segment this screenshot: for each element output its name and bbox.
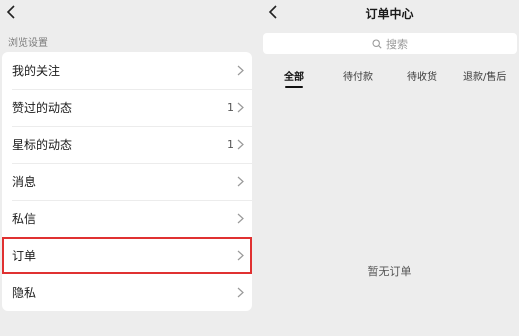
- menu-item-label: 私信: [12, 212, 37, 226]
- menu-item-label: 赞过的动态: [12, 101, 73, 115]
- search-placeholder: 搜索: [386, 37, 408, 51]
- chevron-right-icon: [237, 176, 244, 187]
- count-badge: 1: [227, 101, 234, 114]
- chevron-right-icon: [237, 250, 244, 261]
- active-tab-indicator: [285, 86, 303, 88]
- menu-item-privacy[interactable]: 隐私: [2, 274, 252, 311]
- menu-item-messages[interactable]: 消息: [2, 163, 252, 200]
- chevron-right-icon: [237, 102, 244, 113]
- menu-item-label: 消息: [12, 175, 37, 189]
- back-button[interactable]: [2, 3, 20, 21]
- menu-item-following[interactable]: 我的关注: [2, 52, 252, 89]
- section-title: 浏览设置: [8, 38, 48, 49]
- page-title: 订单中心: [365, 7, 414, 21]
- tab-pending-payment[interactable]: 待付款: [343, 68, 373, 83]
- tab-refund-after-sales[interactable]: 退款/售后: [463, 68, 506, 83]
- tab-all[interactable]: 全部: [284, 68, 304, 83]
- count-badge: 1: [227, 138, 234, 151]
- settings-panel: 浏览设置 我的关注 赞过的动态 1 星标的动态 1 消息 私信 订单 隐私: [0, 0, 259, 336]
- order-center-panel: 订单中心 搜索 全部 待付款 待收货 退款/售后 暂无订单: [260, 0, 519, 336]
- menu-item-starred-posts[interactable]: 星标的动态 1: [2, 126, 252, 163]
- chevron-left-icon: [6, 5, 15, 19]
- empty-state-text: 暂无订单: [367, 265, 412, 278]
- order-tabs: 全部 待付款 待收货 退款/售后: [260, 68, 519, 88]
- chevron-right-icon: [237, 287, 244, 298]
- settings-menu: 我的关注 赞过的动态 1 星标的动态 1 消息 私信 订单 隐私: [2, 52, 252, 311]
- search-icon: [372, 38, 382, 49]
- chevron-right-icon: [237, 65, 244, 76]
- menu-item-label: 隐私: [12, 286, 37, 300]
- menu-item-label: 订单: [12, 249, 37, 263]
- menu-item-label: 星标的动态: [12, 138, 73, 152]
- menu-item-private-messages[interactable]: 私信: [2, 200, 252, 237]
- search-input[interactable]: 搜索: [263, 33, 517, 54]
- menu-item-liked-posts[interactable]: 赞过的动态 1: [2, 89, 252, 126]
- menu-item-orders[interactable]: 订单: [2, 237, 252, 274]
- chevron-right-icon: [237, 213, 244, 224]
- tab-pending-receipt[interactable]: 待收货: [407, 68, 437, 83]
- chevron-right-icon: [237, 139, 244, 150]
- menu-item-label: 我的关注: [12, 64, 61, 78]
